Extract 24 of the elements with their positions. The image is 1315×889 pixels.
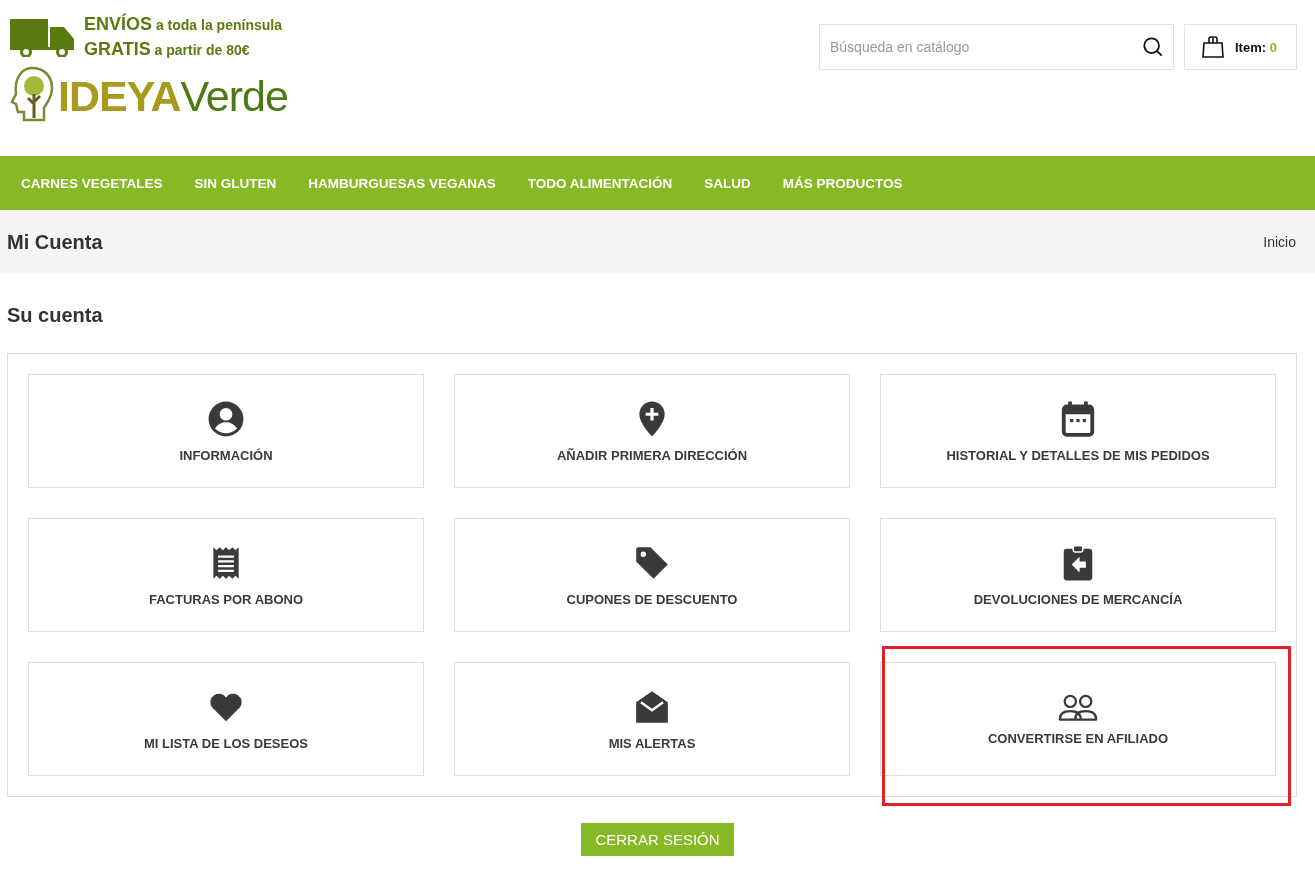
account-link-tile[interactable]: CUPONES DE DESCUENTO xyxy=(454,518,850,632)
account-link-tile[interactable]: MIS ALERTAS xyxy=(454,662,850,776)
shopping-bag-icon xyxy=(1201,35,1225,59)
logo-text: IDEYAVerde xyxy=(58,71,288,122)
search-icon[interactable] xyxy=(1142,36,1164,58)
breadcrumb-link[interactable]: Inicio xyxy=(1263,234,1296,250)
account-link-tile[interactable]: INFORMACIÓN xyxy=(28,374,424,488)
people-icon xyxy=(1058,692,1098,721)
account-link-tile[interactable]: HISTORIAL Y DETALLES DE MIS PEDIDOS xyxy=(880,374,1276,488)
section-heading: Su cuenta xyxy=(7,304,104,327)
calendar-icon xyxy=(1059,399,1097,438)
cart-button[interactable]: Item: 0 xyxy=(1184,24,1297,70)
promo-text: GRATIS a partir de 80€ xyxy=(84,38,251,61)
account-link-tile[interactable]: DEVOLUCIONES DE MERCANCÍA xyxy=(880,518,1276,632)
account-link-tile[interactable]: FACTURAS POR ABONO xyxy=(28,518,424,632)
tree-head-icon xyxy=(10,64,54,124)
search-field[interactable]: Búsqueda en catálogo xyxy=(819,24,1174,70)
promo-text: ENVÍOS a toda la península xyxy=(84,12,282,36)
account-link-tile[interactable]: AÑADIR PRIMERA DIRECCIÓN xyxy=(454,374,850,488)
user-icon xyxy=(207,399,245,438)
account-link-tile[interactable]: CONVERTIRSE EN AFILIADO xyxy=(880,662,1276,776)
account-link-tile[interactable]: MI LISTA DE LOS DESEOS xyxy=(28,662,424,776)
page-title: Mi Cuenta xyxy=(7,230,103,254)
truck-icon xyxy=(10,17,76,57)
